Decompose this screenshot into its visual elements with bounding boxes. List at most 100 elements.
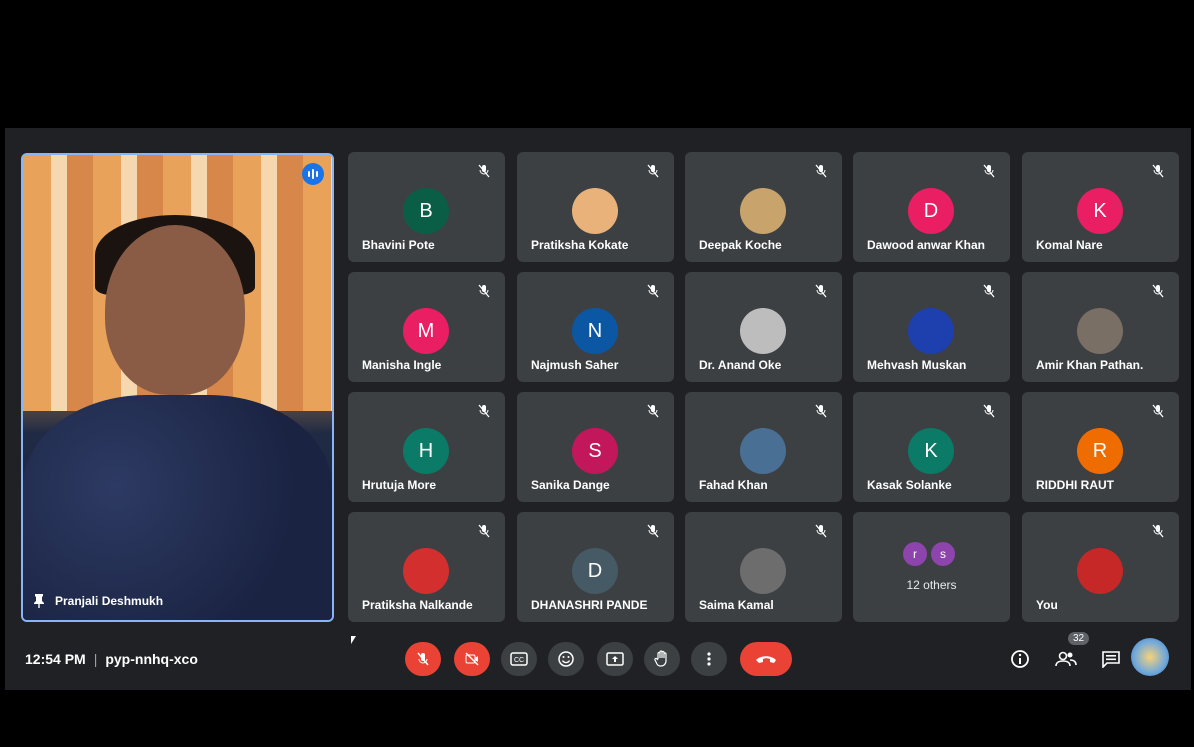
mic-off-icon [646, 284, 660, 298]
participant-name: Sanika Dange [531, 478, 610, 492]
avatar: K [1077, 188, 1123, 234]
chat-button[interactable] [1098, 646, 1124, 672]
avatar [740, 428, 786, 474]
participant-tile[interactable]: B Bhavini Pote [348, 152, 505, 262]
participant-tile[interactable]: Amir Khan Pathan. [1022, 272, 1179, 382]
avatar [740, 188, 786, 234]
self-view-thumbnail[interactable] [1131, 638, 1169, 676]
avatar [740, 548, 786, 594]
avatar: M [403, 308, 449, 354]
avatar: r [903, 542, 927, 566]
mouse-cursor-icon [351, 636, 356, 644]
avatar [908, 308, 954, 354]
participant-tile[interactable]: Pratiksha Kokate [517, 152, 674, 262]
participant-name: You [1036, 598, 1058, 612]
people-icon [1055, 651, 1077, 667]
mic-off-icon [646, 164, 660, 178]
participant-tile[interactable]: Saima Kamal [685, 512, 842, 622]
camera-off-icon [465, 652, 479, 666]
raise-hand-icon [654, 650, 667, 667]
avatar [403, 548, 449, 594]
mic-toggle-button[interactable] [405, 642, 441, 676]
mic-off-icon [1151, 284, 1165, 298]
participant-tile[interactable]: N Najmush Saher [517, 272, 674, 382]
participant-tile[interactable]: H Hrutuja More [348, 392, 505, 502]
avatar [1077, 548, 1123, 594]
end-call-icon [756, 656, 776, 663]
avatar: B [403, 188, 449, 234]
emoji-reaction-button[interactable] [548, 642, 584, 676]
participant-tile[interactable]: You [1022, 512, 1179, 622]
mic-off-icon [982, 284, 996, 298]
meeting-info-button[interactable] [1007, 646, 1033, 672]
participant-tile[interactable]: D DHANASHRI PANDE [517, 512, 674, 622]
pin-icon[interactable] [33, 594, 45, 608]
participant-tile[interactable]: Mehvash Muskan [853, 272, 1010, 382]
mic-off-icon [477, 284, 491, 298]
participant-name: Komal Nare [1036, 238, 1103, 252]
participant-name: Deepak Koche [699, 238, 782, 252]
mic-off-icon [982, 404, 996, 418]
participant-tile[interactable]: r s 12 others [853, 512, 1010, 622]
svg-text:CC: CC [514, 657, 524, 664]
info-icon [1011, 650, 1029, 668]
participant-name: Dawood anwar Khan [867, 238, 986, 252]
participant-tile[interactable]: K Komal Nare [1022, 152, 1179, 262]
participant-name: Pratiksha Kokate [531, 238, 629, 252]
mic-off-icon [814, 524, 828, 538]
mic-off-icon [1151, 524, 1165, 538]
avatar [572, 188, 618, 234]
meeting-code[interactable]: pyp-nnhq-xco [105, 651, 198, 667]
avatar: S [572, 428, 618, 474]
mic-off-icon [646, 404, 660, 418]
participant-tile[interactable]: S Sanika Dange [517, 392, 674, 502]
participant-name: Amir Khan Pathan. [1036, 358, 1144, 372]
participant-name: Bhavini Pote [362, 238, 435, 252]
participant-name: Pratiksha Nalkande [362, 598, 473, 612]
featured-name-label: Pranjali Deshmukh [55, 594, 164, 608]
speaker-body [23, 395, 332, 620]
participant-tile[interactable]: R RIDDHI RAUT [1022, 392, 1179, 502]
meeting-details: 12:54 PM | pyp-nnhq-xco [25, 651, 198, 667]
present-screen-icon [606, 652, 624, 666]
participant-tile[interactable]: Fahad Khan [685, 392, 842, 502]
participant-count-badge: 32 [1068, 632, 1090, 645]
avatar: R [1077, 428, 1123, 474]
avatar [740, 308, 786, 354]
clock-time: 12:54 PM [25, 651, 86, 667]
featured-speaker-tile[interactable]: Pranjali Deshmukh [21, 153, 334, 622]
participant-tile[interactable]: K Kasak Solanke [853, 392, 1010, 502]
mic-off-icon [814, 164, 828, 178]
emoji-icon [558, 651, 574, 667]
people-button[interactable] [1053, 646, 1079, 672]
mic-off-icon [814, 284, 828, 298]
avatar: H [403, 428, 449, 474]
raise-hand-button[interactable] [644, 642, 680, 676]
camera-toggle-button[interactable] [454, 642, 490, 676]
mic-off-icon [814, 404, 828, 418]
participant-name: Hrutuja More [362, 478, 437, 492]
mic-off-icon [417, 652, 429, 666]
captions-icon: CC [510, 652, 528, 666]
participant-name: DHANASHRI PANDE [531, 598, 648, 612]
avatar: K [908, 428, 954, 474]
avatar: N [572, 308, 618, 354]
participant-name: Kasak Solanke [867, 478, 952, 492]
participant-tile[interactable]: M Manisha Ingle [348, 272, 505, 382]
more-options-button[interactable] [691, 642, 727, 676]
captions-button[interactable]: CC [501, 642, 537, 676]
mic-off-icon [982, 164, 996, 178]
participant-tile[interactable]: D Dawood anwar Khan [853, 152, 1010, 262]
mic-off-icon [1151, 404, 1165, 418]
participant-tile[interactable]: Dr. Anand Oke [685, 272, 842, 382]
present-screen-button[interactable] [597, 642, 633, 676]
separator: | [93, 651, 98, 667]
mic-off-icon [1151, 164, 1165, 178]
end-call-button[interactable] [740, 642, 792, 676]
participant-tile[interactable]: Pratiksha Nalkande [348, 512, 505, 622]
participant-tile[interactable]: Deepak Koche [685, 152, 842, 262]
avatar: s [931, 542, 955, 566]
mic-off-icon [477, 164, 491, 178]
avatar: D [908, 188, 954, 234]
mic-off-icon [646, 524, 660, 538]
